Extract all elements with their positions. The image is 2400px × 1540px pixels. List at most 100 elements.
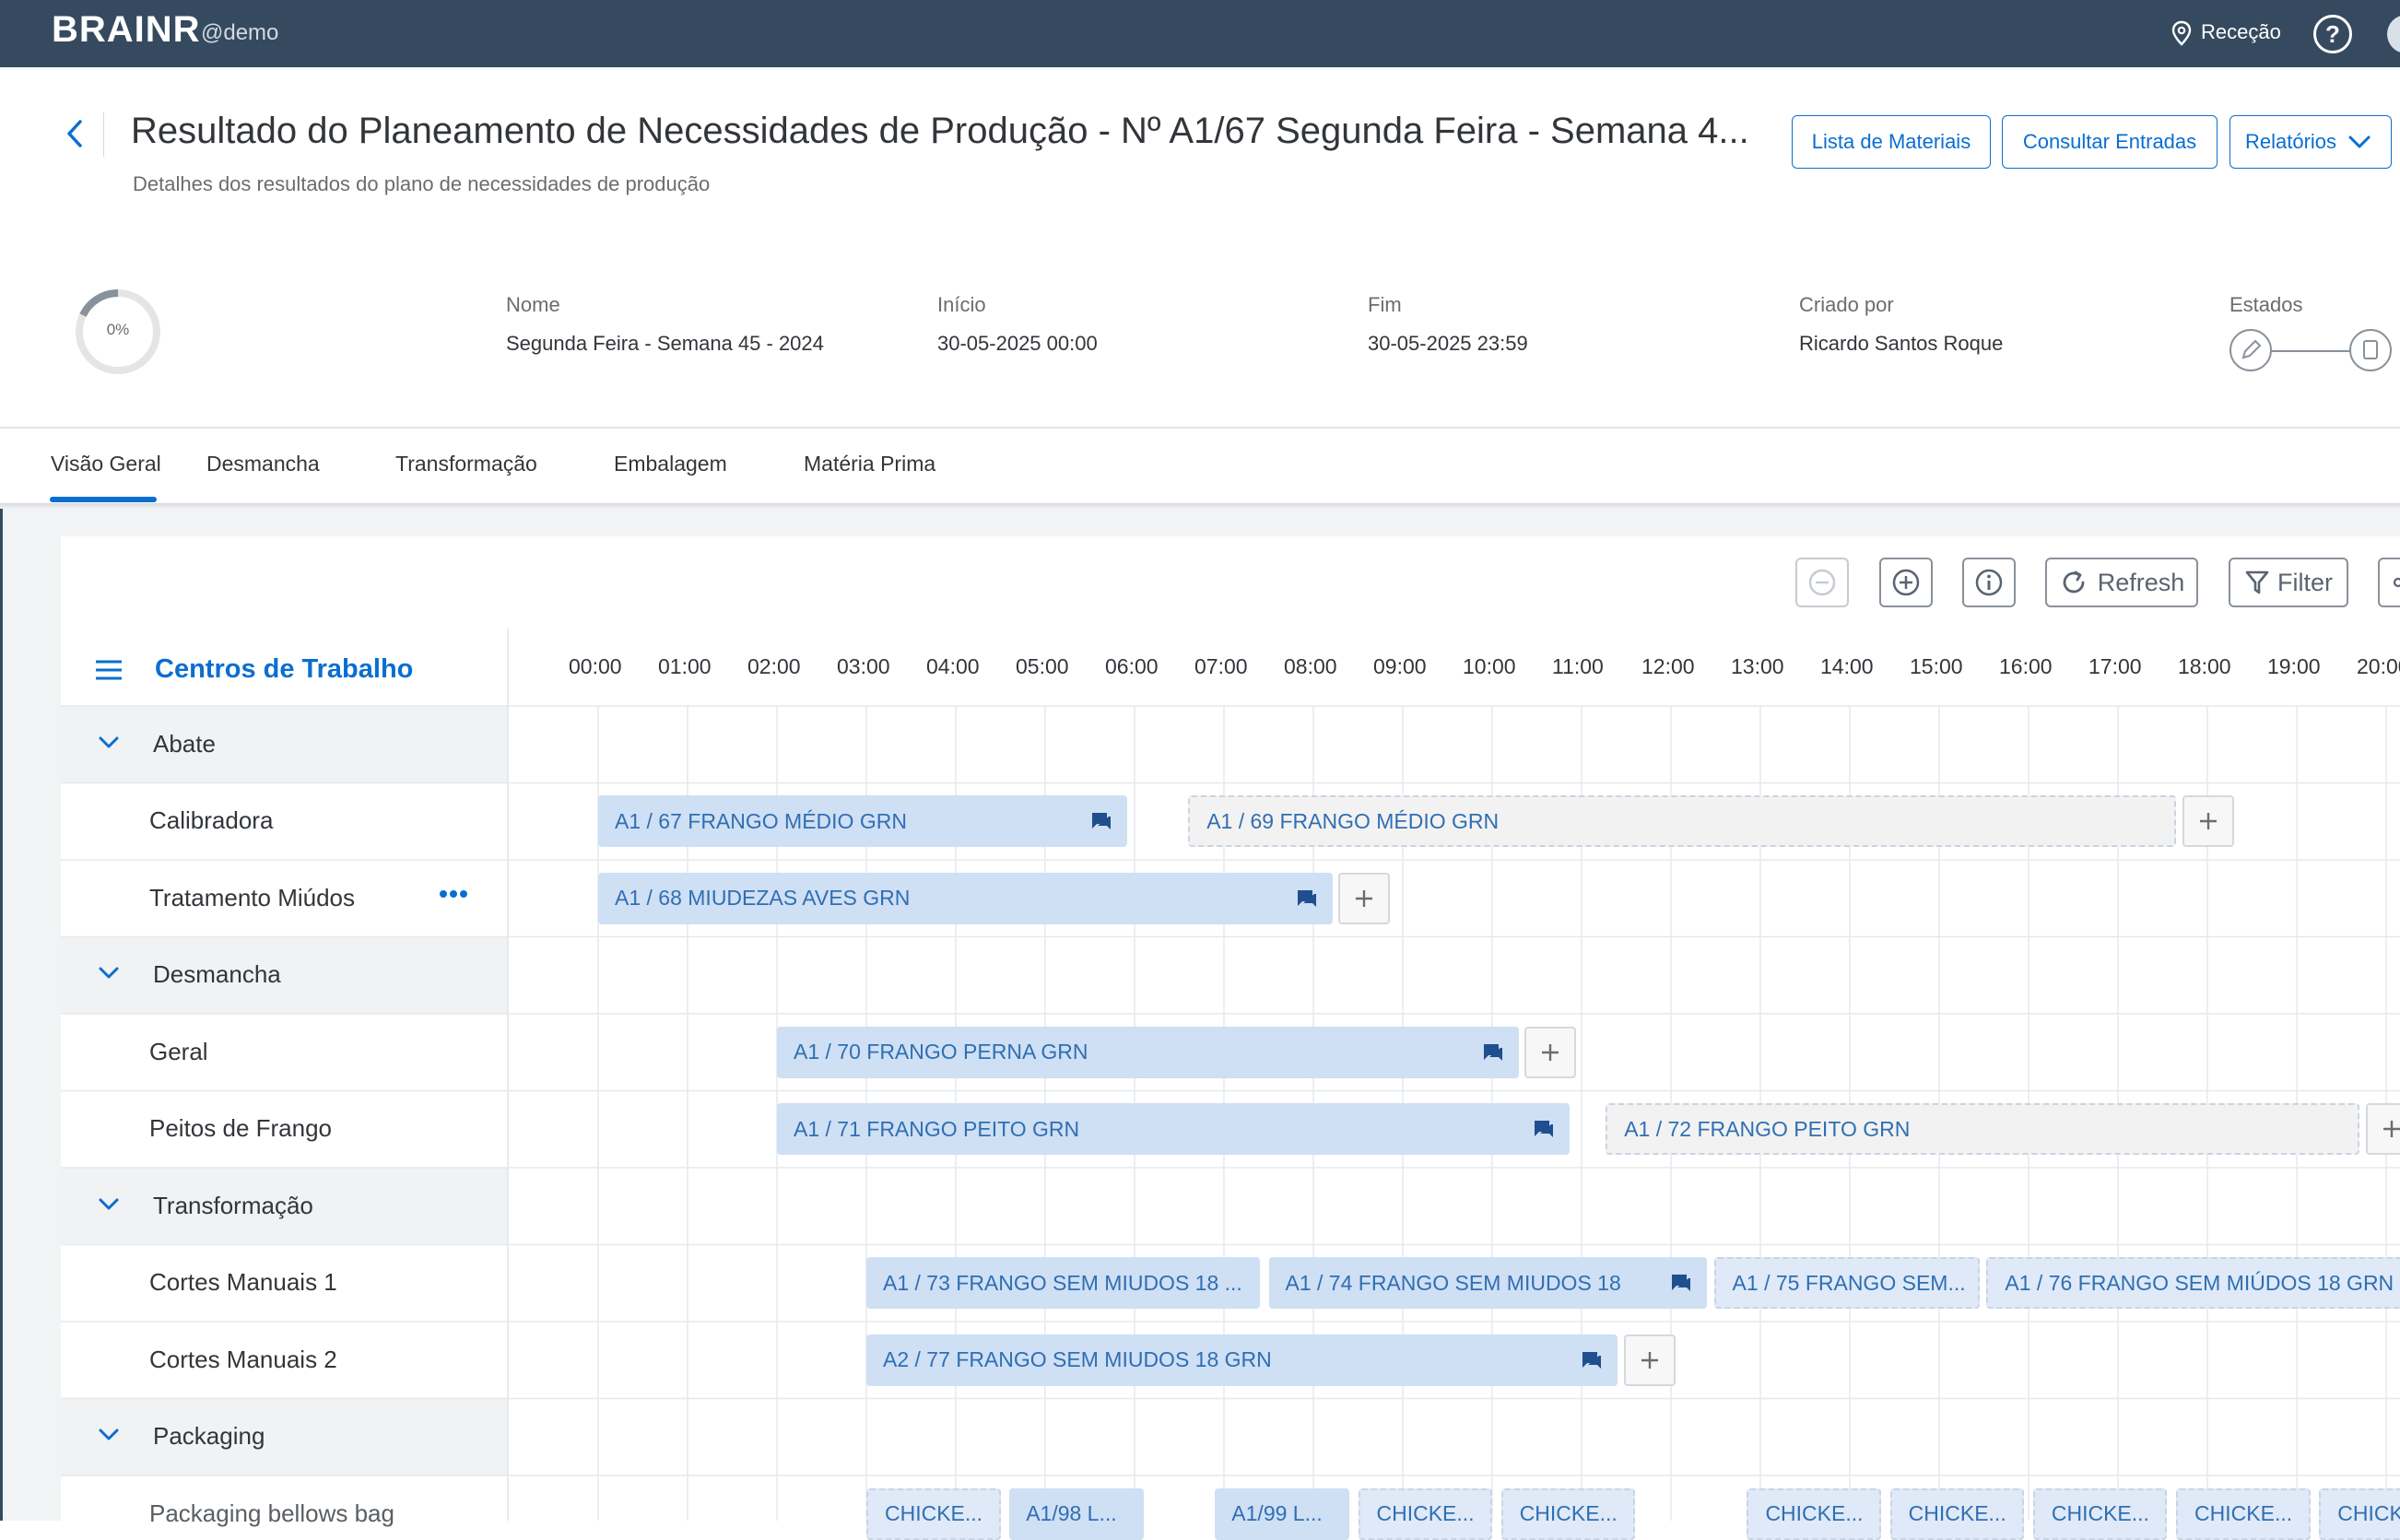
production-order-label: CHICKE...	[2051, 1501, 2149, 1526]
production-order-label: A1/99 L...	[1231, 1501, 1323, 1526]
production-order-label: A1 / 71 FRANGO PEITO GRN	[794, 1116, 1080, 1141]
comments-icon[interactable]	[1581, 1350, 1603, 1370]
comments-icon[interactable]	[1090, 811, 1112, 831]
production-order-bar[interactable]: CHICKE...	[1889, 1487, 2025, 1540]
row-more-icon[interactable]	[439, 888, 468, 899]
production-order-label: A1 / 76 FRANGO SEM MIÚDOS 18 GRN	[2005, 1270, 2394, 1295]
production-order-label: A1 / 73 FRANGO SEM MIUDOS 18 ...	[883, 1270, 1242, 1295]
production-order-label: CHICKE...	[885, 1501, 983, 1526]
state-draft-icon[interactable]	[2229, 329, 2272, 371]
production-order-label: CHICKE...	[1765, 1501, 1864, 1526]
refresh-label: Refresh	[2097, 568, 2185, 596]
settings-icon	[2393, 577, 2400, 588]
production-order-bar[interactable]: A1/99 L...	[1215, 1487, 1349, 1540]
tab-desmancha[interactable]: Desmancha	[206, 452, 320, 476]
gantt-grid: Centros de Trabalho 00:00 01:00 02:00 03:00…	[61, 629, 2400, 1540]
production-order-label: A1 / 72 FRANGO PEITO GRN	[1624, 1116, 1911, 1141]
left-edge	[0, 509, 3, 1521]
state-document-icon[interactable]	[2349, 329, 2392, 371]
refresh-button[interactable]: Refresh	[2045, 558, 2198, 607]
production-order-bar[interactable]: A1 / 71 FRANGO PEITO GRN	[777, 1103, 1571, 1156]
production-order-label: CHICKE...	[1519, 1501, 1618, 1526]
header-separator	[103, 112, 104, 157]
production-order-bar[interactable]: A1 / 68 MIUDEZAS AVES GRN	[598, 872, 1334, 924]
production-order-bar[interactable]: A1 / 67 FRANGO MÉDIO GRN	[598, 795, 1128, 848]
back-arrow-icon[interactable]	[65, 118, 85, 149]
production-order-bar[interactable]: CHICKE...	[2032, 1487, 2168, 1540]
production-order-label: A1 / 75 FRANGO SEM...	[1732, 1270, 1966, 1295]
comments-icon[interactable]	[1296, 888, 1318, 909]
plus-icon	[1641, 1351, 1658, 1369]
materials-list-button[interactable]: Lista de Materiais	[1792, 115, 1991, 169]
production-order-bar[interactable]: CHICKE...	[2319, 1487, 2400, 1540]
production-order-bar[interactable]: CHICKE...	[866, 1487, 1001, 1540]
page-title: Resultado do Planeamento de Necessidades…	[131, 111, 1749, 151]
view-entries-button[interactable]: Consultar Entradas	[2002, 115, 2218, 169]
add-order-button[interactable]	[1338, 872, 1391, 924]
add-order-button[interactable]	[1524, 1026, 1576, 1078]
end-value: 30-05-2025 23:59	[1368, 332, 1528, 355]
header-divider	[0, 427, 2400, 429]
page-subtitle: Detalhes dos resultados do plano de nece…	[133, 172, 711, 195]
production-order-bar[interactable]: A1/98 L...	[1009, 1487, 1144, 1540]
production-order-bar[interactable]: CHICKE...	[1358, 1487, 1492, 1540]
add-order-button[interactable]	[1623, 1334, 1676, 1386]
filter-button[interactable]: Filter	[2229, 558, 2348, 607]
info-button[interactable]	[1962, 558, 2016, 607]
production-order-label: A1 / 70 FRANGO PERNA GRN	[794, 1040, 1088, 1064]
tab-transformacao[interactable]: Transformação	[395, 452, 537, 476]
zoom-out-icon	[1808, 569, 1836, 596]
production-order-bar[interactable]: A1 / 73 FRANGO SEM MIUDOS 18 ...	[866, 1257, 1260, 1310]
production-order-label: A1 / 74 FRANGO SEM MIUDOS 18	[1285, 1270, 1621, 1295]
top-bar	[0, 0, 2400, 67]
production-order-label: A2 / 77 FRANGO SEM MIUDOS 18 GRN	[883, 1347, 1272, 1372]
zoom-in-icon	[1892, 569, 1920, 596]
production-order-bar[interactable]: CHICKE...	[1500, 1487, 1636, 1540]
plus-icon	[1356, 889, 1373, 907]
zoom-in-button[interactable]	[1879, 558, 1933, 607]
comments-icon[interactable]	[1670, 1273, 1692, 1293]
states-label: Estados	[2229, 293, 2303, 316]
name-value: Segunda Feira - Semana 45 - 2024	[506, 332, 824, 355]
end-label: Fim	[1368, 293, 1402, 316]
filter-icon	[2245, 570, 2269, 594]
start-value: 30-05-2025 00:00	[937, 332, 1098, 355]
production-order-bar[interactable]: A1 / 72 FRANGO PEITO GRN	[1606, 1103, 2359, 1156]
production-order-label: CHICKE...	[2194, 1501, 2293, 1526]
zoom-out-button[interactable]	[1795, 558, 1849, 607]
production-order-label: CHICKE...	[1908, 1501, 2006, 1526]
production-order-label: A1 / 67 FRANGO MÉDIO GRN	[615, 808, 907, 833]
reports-label: Relatórios	[2245, 130, 2337, 153]
production-order-bar[interactable]: CHICKE...	[1747, 1487, 1881, 1540]
production-order-label: A1 / 68 MIUDEZAS AVES GRN	[615, 886, 911, 911]
chevron-down-icon	[2348, 135, 2371, 148]
progress-value: 0%	[106, 321, 130, 338]
location-pin-icon	[2171, 20, 2192, 46]
location-selector[interactable]: Receção	[2201, 20, 2281, 44]
progress-ring: 0%	[74, 288, 162, 376]
production-order-bar[interactable]: CHICKE...	[2176, 1487, 2311, 1540]
plus-icon	[2199, 813, 2217, 830]
reports-menu-button[interactable]: Relatórios	[2229, 115, 2392, 169]
tab-materia-prima[interactable]: Matéria Prima	[804, 452, 935, 476]
production-order-label: CHICKE...	[2337, 1501, 2400, 1526]
tab-embalagem[interactable]: Embalagem	[614, 452, 727, 476]
brand-logo[interactable]: BRAINR	[52, 9, 201, 51]
refresh-icon	[2063, 570, 2085, 594]
settings-button[interactable]	[2378, 558, 2400, 607]
add-order-button[interactable]	[2182, 795, 2234, 848]
help-icon[interactable]: ?	[2313, 15, 2352, 53]
production-order-bar[interactable]: A1 / 69 FRANGO MÉDIO GRN	[1188, 795, 2177, 848]
production-order-bar[interactable]: A1 / 75 FRANGO SEM...	[1713, 1257, 1980, 1310]
production-order-label: A1/98 L...	[1026, 1501, 1117, 1526]
production-order-bar[interactable]: A1 / 74 FRANGO SEM MIUDOS 18	[1268, 1257, 1707, 1310]
add-order-button[interactable]	[2365, 1103, 2400, 1156]
comments-icon[interactable]	[1482, 1042, 1504, 1063]
tab-overview[interactable]: Visão Geral	[51, 452, 161, 476]
comments-icon[interactable]	[1533, 1119, 1555, 1139]
production-order-bar[interactable]: A1 / 70 FRANGO PERNA GRN	[777, 1026, 1520, 1078]
info-icon	[1975, 569, 2003, 596]
start-label: Início	[937, 293, 986, 316]
production-order-bar[interactable]: A1 / 76 FRANGO SEM MIÚDOS 18 GRN	[1986, 1257, 2400, 1310]
production-order-bar[interactable]: A2 / 77 FRANGO SEM MIUDOS 18 GRN	[866, 1334, 1618, 1386]
